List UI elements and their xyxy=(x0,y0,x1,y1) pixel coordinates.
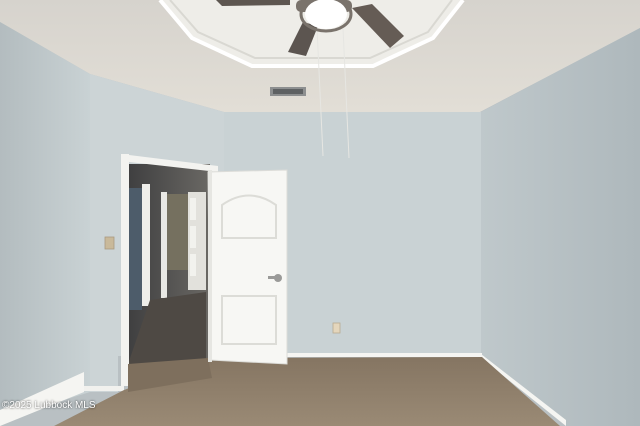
wall-outlet xyxy=(332,322,341,334)
back-baseboard xyxy=(286,353,482,357)
light-switch[interactable] xyxy=(104,236,115,250)
room-illustration xyxy=(0,0,640,426)
hallway xyxy=(128,164,210,364)
left-wall xyxy=(0,22,90,420)
room-photo: ©2025 Lubbock MLS xyxy=(0,0,640,426)
fan-blade xyxy=(216,0,290,6)
open-door[interactable] xyxy=(207,169,288,365)
mls-watermark: ©2025 Lubbock MLS xyxy=(2,400,96,411)
fan-light-globe xyxy=(305,0,347,29)
